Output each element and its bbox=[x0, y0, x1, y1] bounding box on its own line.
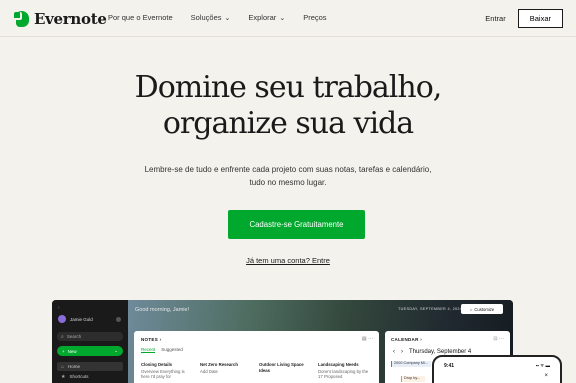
notes-widget: NOTES › ▤ ··· Recent Suggested Closing D… bbox=[134, 331, 379, 383]
calendar-widget-title: CALENDAR › bbox=[391, 337, 423, 342]
chevron-right-icon: › bbox=[401, 349, 403, 355]
chevron-right-icon: › bbox=[420, 337, 423, 342]
phone-preview: 9:41 ▪▪ ᯤ ▬ × bbox=[432, 355, 562, 383]
nav-link-pricing[interactable]: Preços bbox=[303, 13, 326, 22]
hero-title-line2: organize sua vida bbox=[162, 106, 414, 141]
top-nav: Evernote Por que o Evernote Soluções ⌄ E… bbox=[0, 0, 576, 37]
chevron-right-icon: › bbox=[159, 337, 162, 342]
customize-button: ⌂ Customize bbox=[461, 304, 503, 314]
calendar-event: Drop by... bbox=[401, 376, 425, 382]
tab-recent: Recent bbox=[141, 347, 156, 353]
app-sidebar: ‹ Jamie Gold ⌕ Search + New ⌄ ⌂ Home ★ S… bbox=[52, 300, 128, 383]
chevron-left-icon: ‹ bbox=[393, 349, 395, 355]
home-icon: ⌂ bbox=[61, 363, 65, 370]
home-icon: ⌂ bbox=[469, 306, 473, 312]
app-greeting: Good morning, Jamie! bbox=[135, 307, 190, 313]
calendar-event: 2000 Company Mi... bbox=[391, 361, 431, 367]
evernote-logo[interactable]: Evernote bbox=[14, 10, 107, 28]
calendar-widget-actions: ⊡ ··· bbox=[493, 336, 504, 342]
notes-widget-actions: ▤ ··· bbox=[361, 336, 373, 342]
user-name: Jamie Gold bbox=[70, 316, 93, 322]
settings-icon bbox=[116, 317, 121, 322]
hero-title: Domine seu trabalho, organize sua vida bbox=[0, 70, 576, 142]
chevron-down-icon: ⌄ bbox=[279, 14, 286, 22]
nav-link-solutions[interactable]: Soluções ⌄ bbox=[191, 13, 231, 22]
nav-actions: Entrar Baixar bbox=[485, 9, 563, 28]
brand-name: Evernote bbox=[34, 10, 107, 28]
login-prompt: Já tem uma conta? Entre bbox=[0, 256, 576, 265]
sidebar-item-shortcuts: ★ Shortcuts bbox=[61, 373, 89, 380]
note-card: Outdoor Living Space Ideas bbox=[259, 362, 304, 373]
note-card: Closing Details Overview Everything is h… bbox=[141, 362, 185, 379]
nav-link-why-evernote[interactable]: Por que o Evernote bbox=[108, 13, 173, 22]
app-date: TUESDAY, SEPTEMBER 4, 2024 bbox=[398, 307, 463, 311]
app-search: ⌕ Search bbox=[57, 332, 123, 341]
user-profile: Jamie Gold bbox=[58, 315, 93, 323]
chevron-down-icon: ⌄ bbox=[114, 348, 118, 353]
notes-widget-title: NOTES › bbox=[141, 337, 162, 342]
nav-link-explore[interactable]: Explorar ⌄ bbox=[248, 13, 285, 22]
app-new-button: + New ⌄ bbox=[57, 346, 123, 356]
nav-links: Por que o Evernote Soluções ⌄ Explorar ⌄… bbox=[108, 13, 345, 22]
note-card: Net Zero Research Add Date bbox=[200, 362, 238, 374]
plus-icon: + bbox=[62, 348, 65, 354]
notes-tabs: Recent Suggested bbox=[141, 347, 189, 353]
note-card: Landscaping Needs Done's landscaping by … bbox=[318, 362, 369, 379]
sidebar-toggle-icon: ‹ bbox=[58, 305, 60, 311]
phone-time: 9:41 bbox=[444, 363, 455, 369]
search-icon: ⌕ bbox=[61, 333, 64, 340]
star-icon: ★ bbox=[61, 373, 66, 380]
phone-status-icons: ▪▪ ᯤ ▬ bbox=[535, 363, 550, 368]
hero-title-line1: Domine seu trabalho, bbox=[134, 70, 443, 105]
hero-subtitle: Lembre-se de tudo e enfrente cada projet… bbox=[144, 165, 432, 187]
signup-free-button[interactable]: Cadastre-se Gratuitamente bbox=[228, 210, 365, 239]
login-link[interactable]: Já tem uma conta? Entre bbox=[246, 256, 330, 265]
close-icon: × bbox=[544, 373, 548, 379]
download-button[interactable]: Baixar bbox=[517, 9, 563, 28]
sidebar-item-home: ⌂ Home bbox=[57, 362, 123, 371]
elephant-logo-icon bbox=[14, 11, 30, 27]
signin-link[interactable]: Entrar bbox=[485, 14, 505, 23]
chevron-down-icon: ⌄ bbox=[224, 14, 231, 22]
avatar bbox=[58, 315, 66, 323]
tab-suggested: Suggested bbox=[161, 347, 183, 352]
